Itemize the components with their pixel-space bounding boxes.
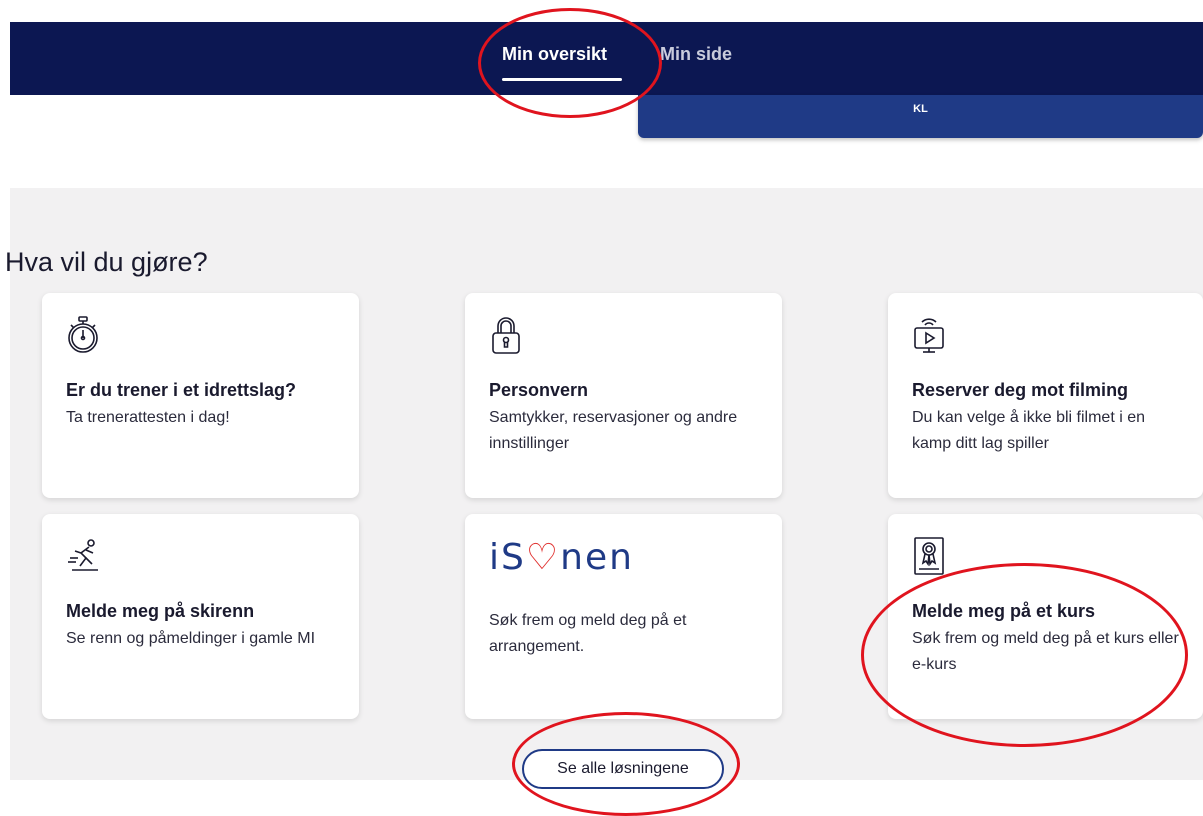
user-initials-tab[interactable]: KL	[638, 95, 1203, 138]
see-all-button[interactable]: Se alle løsningene	[522, 749, 724, 789]
card-personvern[interactable]: Personvern Samtykker, reservasjoner og a…	[465, 293, 782, 498]
tab-min-side[interactable]: Min side	[660, 44, 732, 65]
skier-icon	[68, 539, 98, 571]
isonen-logo: iS♡nen	[489, 538, 758, 580]
user-initials: KL	[913, 103, 928, 115]
logo-text-start: iS	[489, 537, 526, 578]
active-tab-underline	[502, 78, 622, 81]
card-title: Personvern	[489, 380, 589, 400]
card-title: Melde meg på skirenn	[66, 601, 255, 621]
logo-text-end: nen	[560, 537, 634, 578]
card-kurs[interactable]: Melde meg på et kurs Søk frem og meld de…	[888, 514, 1203, 719]
card-title: Reserver deg mot filming	[912, 380, 1129, 400]
card-title: Er du trener i et idrettslag?	[66, 380, 297, 400]
section-title: Hva vil du gjøre?	[5, 247, 208, 277]
padlock-icon	[492, 317, 520, 354]
card-skirenn[interactable]: Melde meg på skirenn Se renn og påmeldin…	[42, 514, 359, 719]
certificate-icon	[914, 537, 944, 575]
card-description: Søk frem og meld deg på et arrangement.	[489, 612, 687, 655]
stopwatch-icon	[68, 316, 98, 353]
card-description: Samtykker, reservasjoner og andre innsti…	[489, 409, 738, 452]
tab-min-oversikt[interactable]: Min oversikt	[502, 44, 607, 65]
heart-icon: ♡	[525, 537, 561, 578]
card-filming[interactable]: Reserver deg mot filming Du kan velge å …	[888, 293, 1203, 498]
card-description: Se renn og påmeldinger i gamle MI	[66, 630, 316, 647]
broadcast-screen-icon	[914, 318, 944, 353]
card-trener[interactable]: Er du trener i et idrettslag? Ta trenera…	[42, 293, 359, 498]
card-description: Ta trenerattesten i dag!	[66, 409, 230, 426]
card-isonen[interactable]: iS♡nen Søk frem og meld deg på et arrang…	[465, 514, 782, 719]
card-description: Du kan velge å ikke bli filmet i en kamp…	[912, 409, 1145, 452]
card-title: Melde meg på et kurs	[912, 601, 1096, 621]
card-description: Søk frem og meld deg på et kurs eller e-…	[912, 630, 1179, 673]
